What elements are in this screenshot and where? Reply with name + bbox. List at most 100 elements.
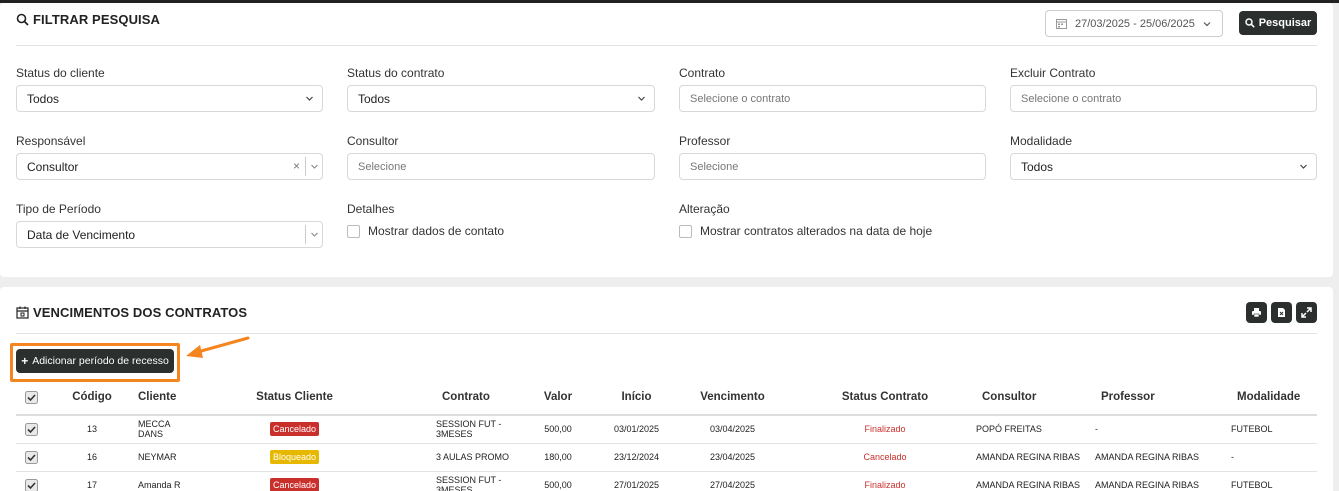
cell-valor: 500,00 <box>510 471 606 491</box>
filter-divider <box>16 45 1317 46</box>
date-range-picker[interactable]: 27/03/2025 - 25/06/2025 <box>1045 10 1223 37</box>
responsavel-label: Responsável <box>16 134 86 148</box>
search-icon <box>16 13 29 26</box>
col-modalidade[interactable]: Modalidade <box>1227 380 1317 416</box>
export-excel-button[interactable] <box>1271 302 1292 323</box>
table-header-row: Código Cliente Status Cliente Contrato V… <box>16 380 1317 416</box>
select-all-checkbox[interactable] <box>24 390 38 404</box>
row-checkbox[interactable] <box>24 450 38 464</box>
tipo-periodo-label: Tipo de Período <box>16 202 101 216</box>
cell-professor: AMANDA REGINA RIBAS <box>1092 443 1227 472</box>
chevron-down-icon <box>1300 164 1307 169</box>
cell-contrato: 3 AULAS PROMO <box>392 443 510 472</box>
mostrar-alterados-checkbox[interactable] <box>679 224 692 238</box>
detalhes-label: Detalhes <box>347 202 395 216</box>
cell-vencimento: 27/04/2025 <box>667 471 798 491</box>
cell-status-cliente: Cancelado <box>197 415 392 444</box>
cell-modalidade: - <box>1227 443 1317 472</box>
col-vencimento[interactable]: Vencimento <box>667 380 798 416</box>
cell-inicio: 03/01/2025 <box>606 415 667 444</box>
status-badge: Bloqueado <box>269 450 320 464</box>
responsavel-select[interactable]: Consultor × <box>16 153 323 180</box>
row-checkbox[interactable] <box>24 422 38 436</box>
table-row[interactable]: 16 NEYMAR Bloqueado 3 AULAS PROMO 180,00 23/1… <box>16 443 1317 472</box>
calendar-icon <box>16 306 29 319</box>
table-row[interactable]: 17 Amanda R Cancelado SESSION FUT - 3MESES 5… <box>16 471 1317 491</box>
expand-icon <box>1301 307 1312 318</box>
cell-status-contrato: Finalizado <box>798 471 972 491</box>
row-checkbox-cell[interactable] <box>16 415 46 444</box>
filter-title: FILTRAR PESQUISA <box>16 12 160 27</box>
cell-consultor: AMANDA REGINA RIBAS <box>972 471 1092 491</box>
cell-valor: 500,00 <box>510 415 606 444</box>
row-checkbox-cell[interactable] <box>16 443 46 472</box>
contrato-select[interactable]: Selecione o contrato <box>679 85 986 112</box>
contracts-title: VENCIMENTOS DOS CONTRATOS <box>16 305 247 320</box>
annotation-arrow-icon <box>186 336 250 358</box>
tipo-periodo-select[interactable]: Data de Vencimento <box>16 221 323 248</box>
date-range-value: 27/03/2025 - 25/06/2025 <box>1075 17 1195 30</box>
contracts-table: Código Cliente Status Cliente Contrato V… <box>16 380 1317 491</box>
filter-panel: FILTRAR PESQUISA 27/03/2025 - 25/06/2025… <box>0 3 1333 277</box>
plus-icon: + <box>21 354 29 368</box>
cell-status-contrato: Finalizado <box>798 415 972 444</box>
search-button[interactable]: Pesquisar <box>1239 11 1317 35</box>
excel-file-icon <box>1278 308 1285 317</box>
print-icon <box>1252 308 1261 318</box>
contracts-divider <box>16 333 1317 334</box>
cell-codigo: 16 <box>46 443 138 472</box>
col-inicio[interactable]: Início <box>606 380 667 416</box>
col-valor[interactable]: Valor <box>510 380 606 416</box>
cell-vencimento: 03/04/2025 <box>667 415 798 444</box>
status-contrato-label: Status do contrato <box>347 66 445 80</box>
status-cliente-select[interactable]: Todos <box>16 85 323 112</box>
modalidade-select[interactable]: Todos <box>1010 153 1317 180</box>
col-cliente[interactable]: Cliente <box>138 380 197 416</box>
status-contrato-select[interactable]: Todos <box>347 85 655 112</box>
cell-professor: - <box>1092 415 1227 444</box>
col-status-contrato[interactable]: Status Contrato <box>798 380 972 416</box>
cell-inicio: 23/12/2024 <box>606 443 667 472</box>
consultor-select[interactable]: Selecione <box>347 153 655 180</box>
clear-icon[interactable]: × <box>293 159 300 173</box>
cell-status-cliente: Cancelado <box>197 471 392 491</box>
cell-modalidade: FUTEBOL <box>1227 415 1317 444</box>
excluir-contrato-label: Excluir Contrato <box>1010 66 1096 80</box>
professor-label: Professor <box>679 134 731 148</box>
row-checkbox[interactable] <box>24 478 38 491</box>
cell-cliente: MECCA DANS <box>138 415 197 444</box>
add-recess-period-button[interactable]: + Adicionar período de recesso <box>16 349 174 373</box>
fullscreen-button[interactable] <box>1296 302 1317 323</box>
select-separator <box>305 157 306 176</box>
chevron-down-icon <box>306 96 313 101</box>
contrato-label: Contrato <box>679 66 726 80</box>
mostrar-alterados-option[interactable]: Mostrar contratos alterados na data de h… <box>679 224 932 238</box>
col-codigo[interactable]: Código <box>46 380 138 416</box>
table-row[interactable]: 13 MECCA DANS Cancelado SESSION FUT - 3MESE… <box>16 415 1317 444</box>
cell-status-cliente: Bloqueado <box>197 443 392 472</box>
col-status-cliente[interactable]: Status Cliente <box>197 380 392 416</box>
print-button[interactable] <box>1246 302 1267 323</box>
contracts-panel: VENCIMENTOS DOS CONTRATOS + Adicionar pe… <box>0 287 1333 491</box>
col-consultor[interactable]: Consultor <box>972 380 1092 416</box>
col-professor[interactable]: Professor <box>1092 380 1227 416</box>
professor-select[interactable]: Selecione <box>679 153 986 180</box>
row-checkbox-cell[interactable] <box>16 471 46 491</box>
alteracao-label: Alteração <box>679 202 730 216</box>
excluir-contrato-select[interactable]: Selecione o contrato <box>1010 85 1317 112</box>
mostrar-contato-option[interactable]: Mostrar dados de contato <box>347 224 504 238</box>
cell-vencimento: 23/04/2025 <box>667 443 798 472</box>
status-cliente-label: Status do cliente <box>16 66 105 80</box>
status-badge: Cancelado <box>269 422 320 437</box>
cell-cliente: NEYMAR <box>138 443 197 472</box>
chevron-down-icon <box>311 232 318 237</box>
consultor-label: Consultor <box>347 134 399 148</box>
modalidade-label: Modalidade <box>1010 134 1073 148</box>
cell-cliente: Amanda R <box>138 471 197 491</box>
mostrar-contato-checkbox[interactable] <box>347 224 360 238</box>
col-contrato[interactable]: Contrato <box>392 380 510 416</box>
cell-consultor: AMANDA REGINA RIBAS <box>972 443 1092 472</box>
select-all-cell[interactable] <box>16 380 46 416</box>
chevron-down-icon <box>1203 21 1211 26</box>
status-badge: Cancelado <box>269 478 320 491</box>
